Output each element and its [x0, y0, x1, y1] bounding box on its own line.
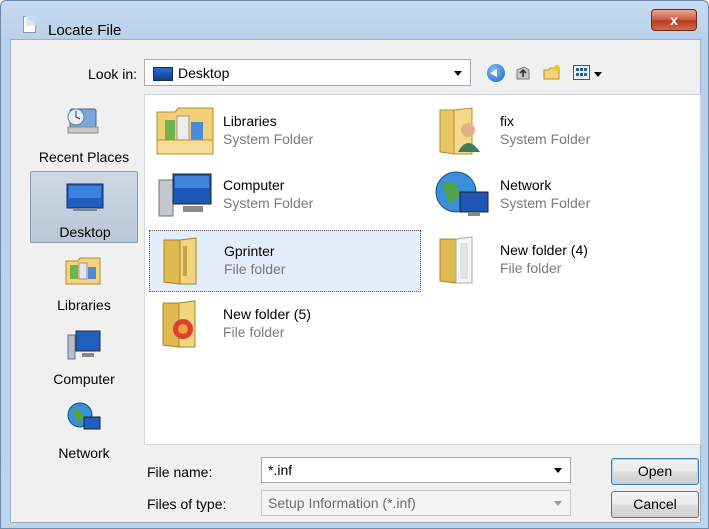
back-icon[interactable]: [487, 64, 505, 82]
place-recent-places[interactable]: Recent Places: [30, 99, 138, 167]
look-in-label-text: Look in:: [88, 66, 138, 82]
folder-icon: [163, 237, 197, 285]
close-button[interactable]: x: [651, 9, 697, 31]
file-type: File folder: [223, 324, 285, 340]
file-type: File folder: [224, 261, 286, 277]
place-label: Libraries: [57, 297, 111, 313]
title-bar[interactable]: Locate File x: [1, 1, 708, 39]
file-type: System Folder: [500, 195, 591, 211]
window-title: Locate File: [48, 22, 122, 39]
file-item-new-folder-4[interactable]: New folder (4) File folder: [426, 230, 696, 288]
file-name-value[interactable]: *.inf: [268, 462, 292, 478]
chevron-down-icon[interactable]: [554, 468, 562, 473]
file-name-combo[interactable]: *.inf: [261, 457, 571, 483]
look-in-label: Look in:: [88, 66, 137, 82]
chevron-down-icon[interactable]: [554, 501, 562, 506]
place-libraries[interactable]: Libraries: [30, 247, 138, 315]
views-grid-icon: [576, 68, 587, 76]
file-name: New folder (5): [223, 306, 311, 322]
file-item-computer[interactable]: Computer System Folder: [149, 165, 419, 223]
place-label: Desktop: [59, 224, 111, 240]
file-type: System Folder: [500, 131, 591, 147]
file-name: New folder (4): [500, 242, 588, 258]
chevron-down-icon: [454, 71, 462, 76]
desktop-icon: [153, 67, 173, 81]
file-type-combo[interactable]: Setup Information (*.inf): [261, 490, 571, 516]
file-name: Libraries: [223, 113, 277, 129]
network-globe-icon: [435, 171, 489, 216]
new-folder-icon[interactable]: [543, 64, 561, 82]
file-name: Computer: [223, 177, 285, 193]
place-desktop[interactable]: Desktop: [30, 171, 138, 243]
file-name: Gprinter: [224, 243, 275, 259]
file-item-fix[interactable]: fix System Folder: [426, 101, 696, 159]
computer-icon: [158, 173, 212, 217]
look-in-combo[interactable]: Desktop: [144, 59, 471, 86]
file-name: Network: [500, 177, 552, 193]
folder-icon: [162, 300, 196, 348]
cancel-button[interactable]: Cancel: [611, 491, 699, 518]
place-label: Network: [58, 445, 110, 461]
desktop-icon: [66, 183, 104, 211]
place-computer[interactable]: Computer: [30, 321, 138, 389]
computer-icon: [67, 330, 101, 360]
file-item-new-folder-5[interactable]: New folder (5) File folder: [149, 294, 419, 352]
file-type: System Folder: [223, 131, 314, 147]
file-type: System Folder: [223, 195, 314, 211]
place-label: Recent Places: [38, 149, 130, 165]
file-list[interactable]: Libraries System Folder fix System Folde…: [144, 94, 701, 445]
file-item-gprinter[interactable]: Gprinter File folder: [149, 230, 421, 292]
file-item-libraries[interactable]: Libraries System Folder: [149, 101, 419, 159]
libraries-folder-icon: [156, 107, 214, 155]
document-icon: [23, 16, 36, 33]
open-button[interactable]: Open: [611, 458, 699, 485]
views-menu-icon[interactable]: [573, 65, 590, 80]
folder-icon: [439, 236, 473, 284]
network-icon: [67, 402, 101, 430]
locate-file-dialog: Locate File x Look in: Desktop Recent Pl…: [0, 0, 709, 529]
user-folder-icon: [439, 107, 480, 155]
file-name: fix: [500, 113, 514, 129]
views-dropdown-icon[interactable]: [594, 72, 602, 77]
file-type-label: Files of type:: [147, 496, 227, 512]
look-in-value: Desktop: [178, 65, 230, 81]
file-item-network[interactable]: Network System Folder: [426, 165, 696, 223]
file-name-label: File name:: [147, 464, 213, 480]
file-type: File folder: [500, 260, 562, 276]
places-bar: Recent Places Desktop Libraries Computer…: [30, 95, 138, 465]
place-label: Computer: [53, 371, 115, 387]
place-network[interactable]: Network: [30, 395, 138, 463]
recent-places-icon: [67, 108, 99, 134]
file-type-value: Setup Information (*.inf): [268, 495, 416, 511]
up-folder-icon[interactable]: [514, 64, 532, 82]
libraries-icon: [65, 257, 101, 285]
